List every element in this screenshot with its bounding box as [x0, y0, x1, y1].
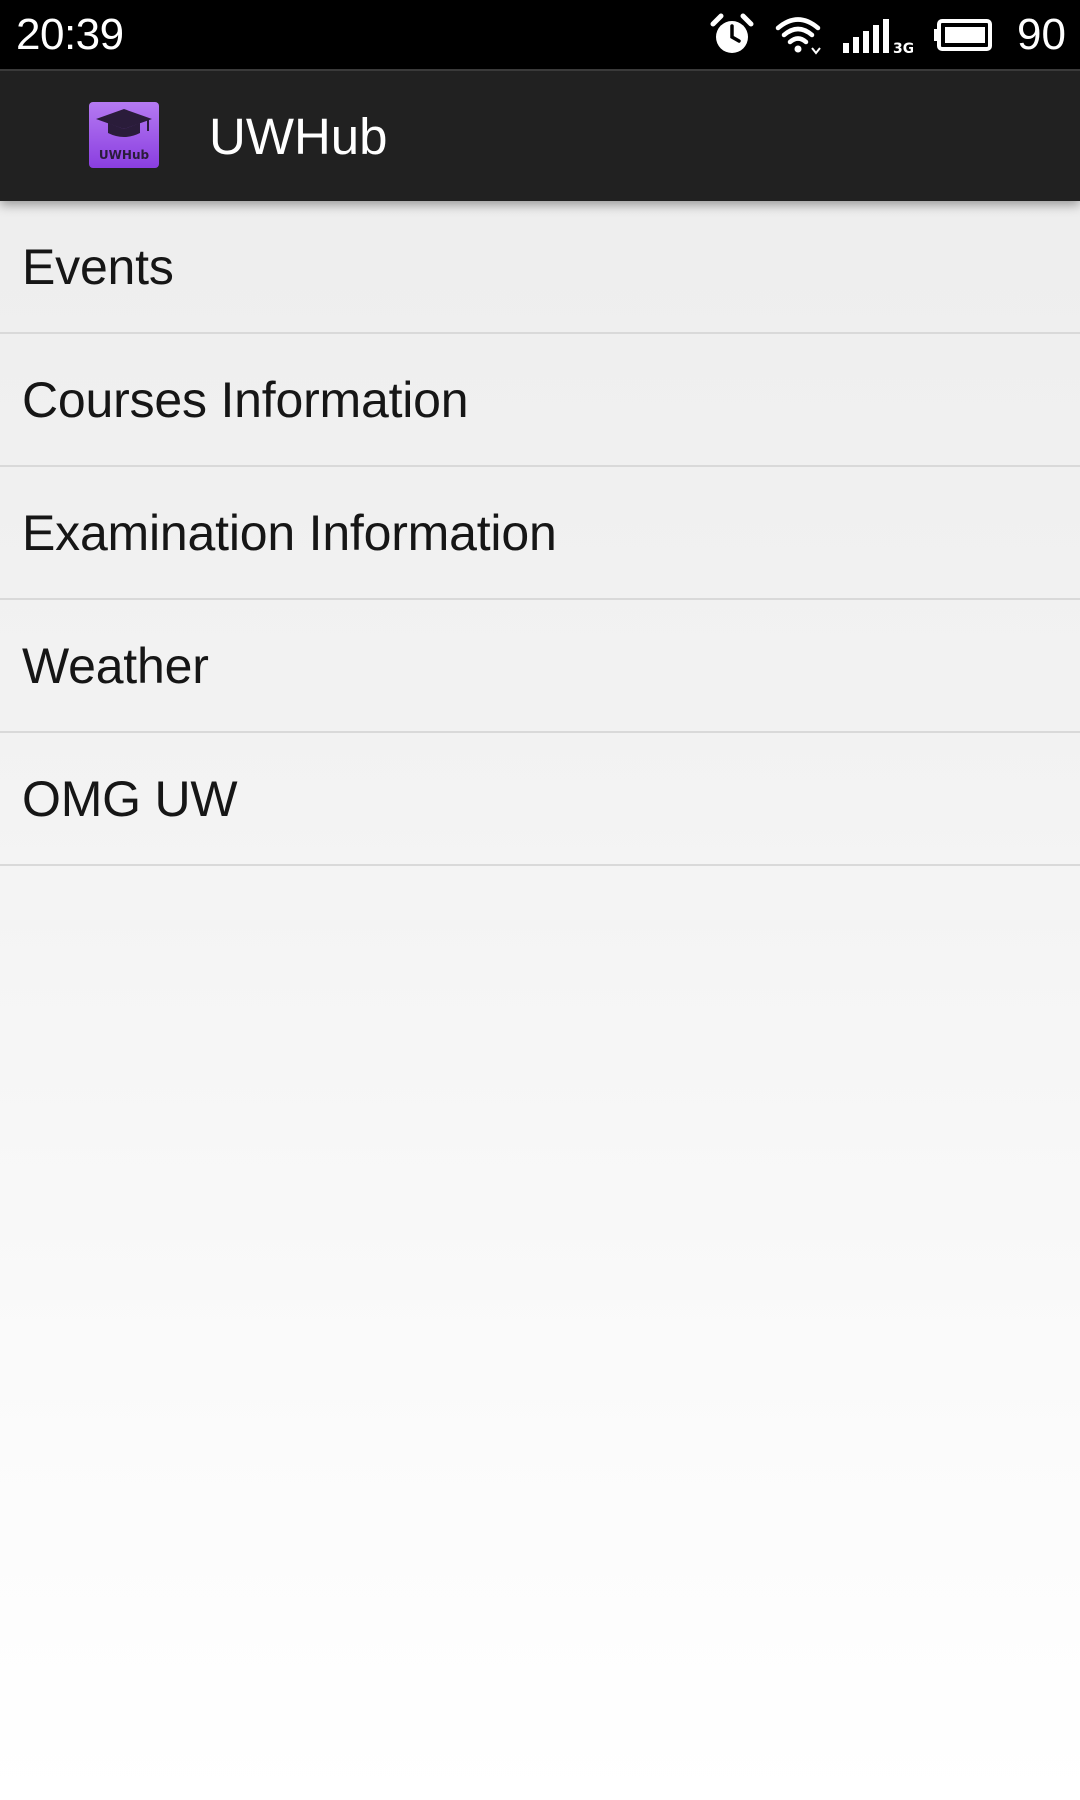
logo-text: UWHub: [99, 148, 150, 162]
main-menu-list: Events Courses Information Examination I…: [0, 201, 1080, 866]
menu-item-label: Examination Information: [22, 504, 557, 561]
menu-item-label: OMG UW: [22, 770, 238, 827]
battery-percent: 90: [1017, 9, 1066, 59]
status-time: 20:39: [16, 10, 124, 59]
wifi-icon: [775, 15, 821, 55]
app-bar: UWHub UWHub: [0, 69, 1080, 201]
cell-signal-icon: 3G: [841, 15, 913, 55]
menu-item-weather[interactable]: Weather: [0, 600, 1080, 733]
menu-item-examination-information[interactable]: Examination Information: [0, 467, 1080, 600]
status-bar: 20:39 3G 90: [0, 0, 1080, 69]
menu-item-label: Events: [22, 238, 174, 295]
battery-icon: [933, 18, 993, 52]
menu-item-events[interactable]: Events: [0, 201, 1080, 334]
status-icons: 3G 90: [709, 0, 1066, 69]
app-title: UWHub: [209, 108, 388, 165]
menu-item-label: Weather: [22, 637, 209, 694]
menu-item-omg-uw[interactable]: OMG UW: [0, 733, 1080, 866]
menu-item-courses-information[interactable]: Courses Information: [0, 334, 1080, 467]
menu-item-label: Courses Information: [22, 371, 469, 428]
uwhub-logo-icon[interactable]: UWHub: [88, 101, 160, 169]
network-type-label: 3G: [893, 41, 913, 55]
app-screen: 20:39 3G 90 UWHub UWHub Events Courses I…: [0, 0, 1080, 1800]
alarm-icon: [709, 12, 755, 58]
